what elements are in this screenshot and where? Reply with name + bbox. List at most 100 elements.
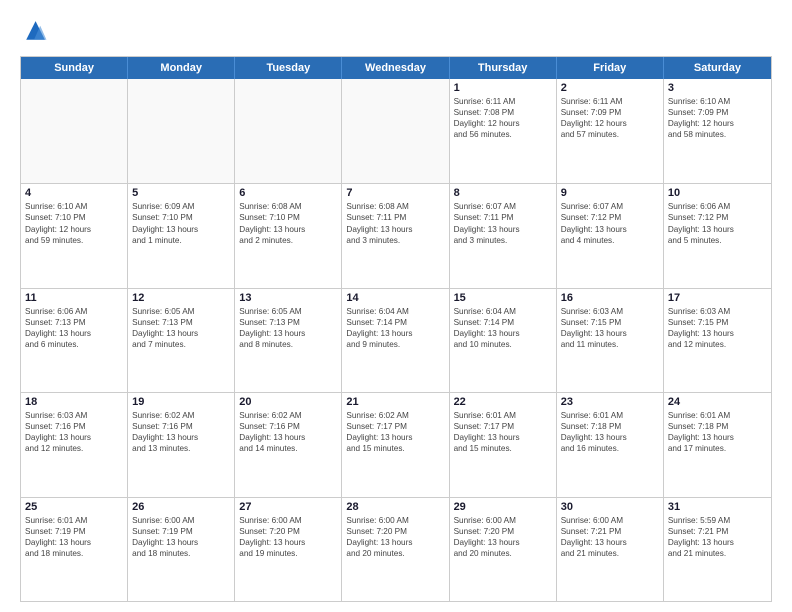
day-detail: Sunrise: 6:07 AM Sunset: 7:12 PM Dayligh… — [561, 201, 659, 245]
day-detail: Sunrise: 6:00 AM Sunset: 7:20 PM Dayligh… — [454, 515, 552, 559]
day-cell-10: 10 Sunrise: 6:06 AM Sunset: 7:12 PM Dayli… — [664, 184, 771, 287]
header-day-monday: Monday — [128, 57, 235, 79]
day-cell-2: 2 Sunrise: 6:11 AM Sunset: 7:09 PM Daylig… — [557, 79, 664, 183]
day-detail: Sunrise: 6:08 AM Sunset: 7:10 PM Dayligh… — [239, 201, 337, 245]
day-cell-18: 18 Sunrise: 6:03 AM Sunset: 7:16 PM Dayli… — [21, 393, 128, 496]
calendar-row-4: 18 Sunrise: 6:03 AM Sunset: 7:16 PM Dayli… — [21, 392, 771, 496]
day-number: 30 — [561, 501, 659, 513]
day-cell-5: 5 Sunrise: 6:09 AM Sunset: 7:10 PM Daylig… — [128, 184, 235, 287]
day-cell-26: 26Sunrise: 6:00 AM Sunset: 7:19 PM Dayli… — [128, 498, 235, 601]
day-number: 4 — [25, 187, 123, 199]
day-number: 6 — [239, 187, 337, 199]
day-detail: Sunrise: 6:00 AM Sunset: 7:21 PM Dayligh… — [561, 515, 659, 559]
day-detail: Sunrise: 6:00 AM Sunset: 7:20 PM Dayligh… — [239, 515, 337, 559]
day-number: 19 — [132, 396, 230, 408]
empty-cell — [21, 79, 128, 183]
logo — [20, 18, 52, 46]
header-day-sunday: Sunday — [21, 57, 128, 79]
day-detail: Sunrise: 6:06 AM Sunset: 7:13 PM Dayligh… — [25, 306, 123, 350]
day-number: 21 — [346, 396, 444, 408]
day-number: 18 — [25, 396, 123, 408]
day-number: 27 — [239, 501, 337, 513]
header-day-wednesday: Wednesday — [342, 57, 449, 79]
day-number: 31 — [668, 501, 767, 513]
day-detail: Sunrise: 6:02 AM Sunset: 7:16 PM Dayligh… — [132, 410, 230, 454]
day-cell-13: 13Sunrise: 6:05 AM Sunset: 7:13 PM Dayli… — [235, 289, 342, 392]
day-cell-1: 1Sunrise: 6:11 AM Sunset: 7:08 PM Daylig… — [450, 79, 557, 183]
calendar: SundayMondayTuesdayWednesdayThursdayFrid… — [20, 56, 772, 602]
day-detail: Sunrise: 6:03 AM Sunset: 7:15 PM Dayligh… — [668, 306, 767, 350]
day-detail: Sunrise: 6:05 AM Sunset: 7:13 PM Dayligh… — [132, 306, 230, 350]
day-detail: Sunrise: 6:01 AM Sunset: 7:19 PM Dayligh… — [25, 515, 123, 559]
empty-cell — [235, 79, 342, 183]
day-number: 24 — [668, 396, 767, 408]
day-cell-21: 21 Sunrise: 6:02 AM Sunset: 7:17 PM Dayli… — [342, 393, 449, 496]
day-number: 17 — [668, 292, 767, 304]
day-number: 22 — [454, 396, 552, 408]
day-cell-17: 17 Sunrise: 6:03 AM Sunset: 7:15 PM Dayli… — [664, 289, 771, 392]
day-cell-24: 24 Sunrise: 6:01 AM Sunset: 7:18 PM Dayli… — [664, 393, 771, 496]
day-detail: Sunrise: 6:06 AM Sunset: 7:12 PM Dayligh… — [668, 201, 767, 245]
day-cell-9: 9 Sunrise: 6:07 AM Sunset: 7:12 PM Daylig… — [557, 184, 664, 287]
day-number: 20 — [239, 396, 337, 408]
day-number: 10 — [668, 187, 767, 199]
calendar-header: SundayMondayTuesdayWednesdayThursdayFrid… — [21, 57, 771, 79]
day-detail: Sunrise: 6:11 AM Sunset: 7:09 PM Dayligh… — [561, 96, 659, 140]
day-detail: Sunrise: 6:07 AM Sunset: 7:11 PM Dayligh… — [454, 201, 552, 245]
calendar-row-2: 4Sunrise: 6:10 AM Sunset: 7:10 PM Daylig… — [21, 183, 771, 287]
day-number: 25 — [25, 501, 123, 513]
day-cell-3: 3 Sunrise: 6:10 AM Sunset: 7:09 PM Daylig… — [664, 79, 771, 183]
day-detail: Sunrise: 6:02 AM Sunset: 7:17 PM Dayligh… — [346, 410, 444, 454]
day-cell-19: 19 Sunrise: 6:02 AM Sunset: 7:16 PM Dayli… — [128, 393, 235, 496]
day-detail: Sunrise: 6:09 AM Sunset: 7:10 PM Dayligh… — [132, 201, 230, 245]
day-cell-8: 8 Sunrise: 6:07 AM Sunset: 7:11 PM Daylig… — [450, 184, 557, 287]
day-number: 14 — [346, 292, 444, 304]
day-cell-29: 29 Sunrise: 6:00 AM Sunset: 7:20 PM Dayli… — [450, 498, 557, 601]
day-detail: Sunrise: 6:01 AM Sunset: 7:18 PM Dayligh… — [561, 410, 659, 454]
day-number: 5 — [132, 187, 230, 199]
day-cell-6: 6 Sunrise: 6:08 AM Sunset: 7:10 PM Daylig… — [235, 184, 342, 287]
day-detail: Sunrise: 5:59 AM Sunset: 7:21 PM Dayligh… — [668, 515, 767, 559]
day-detail: Sunrise: 6:01 AM Sunset: 7:18 PM Dayligh… — [668, 410, 767, 454]
day-cell-12: 12 Sunrise: 6:05 AM Sunset: 7:13 PM Dayli… — [128, 289, 235, 392]
logo-icon — [20, 18, 48, 46]
day-number: 7 — [346, 187, 444, 199]
day-cell-22: 22 Sunrise: 6:01 AM Sunset: 7:17 PM Dayli… — [450, 393, 557, 496]
day-detail: Sunrise: 6:04 AM Sunset: 7:14 PM Dayligh… — [454, 306, 552, 350]
day-cell-31: 31 Sunrise: 5:59 AM Sunset: 7:21 PM Dayli… — [664, 498, 771, 601]
day-number: 12 — [132, 292, 230, 304]
empty-cell — [342, 79, 449, 183]
day-number: 29 — [454, 501, 552, 513]
day-detail: Sunrise: 6:08 AM Sunset: 7:11 PM Dayligh… — [346, 201, 444, 245]
day-detail: Sunrise: 6:03 AM Sunset: 7:16 PM Dayligh… — [25, 410, 123, 454]
header-day-saturday: Saturday — [664, 57, 771, 79]
page: SundayMondayTuesdayWednesdayThursdayFrid… — [0, 0, 792, 612]
day-number: 2 — [561, 82, 659, 94]
day-cell-20: 20 Sunrise: 6:02 AM Sunset: 7:16 PM Dayli… — [235, 393, 342, 496]
day-number: 28 — [346, 501, 444, 513]
day-number: 11 — [25, 292, 123, 304]
header-day-friday: Friday — [557, 57, 664, 79]
calendar-row-1: 1Sunrise: 6:11 AM Sunset: 7:08 PM Daylig… — [21, 79, 771, 183]
day-number: 9 — [561, 187, 659, 199]
calendar-row-5: 25 Sunrise: 6:01 AM Sunset: 7:19 PM Dayli… — [21, 497, 771, 601]
day-detail: Sunrise: 6:03 AM Sunset: 7:15 PM Dayligh… — [561, 306, 659, 350]
day-detail: Sunrise: 6:10 AM Sunset: 7:09 PM Dayligh… — [668, 96, 767, 140]
day-detail: Sunrise: 6:01 AM Sunset: 7:17 PM Dayligh… — [454, 410, 552, 454]
day-cell-28: 28 Sunrise: 6:00 AM Sunset: 7:20 PM Dayli… — [342, 498, 449, 601]
day-cell-25: 25 Sunrise: 6:01 AM Sunset: 7:19 PM Dayli… — [21, 498, 128, 601]
day-number: 26 — [132, 501, 230, 513]
day-detail: Sunrise: 6:00 AM Sunset: 7:20 PM Dayligh… — [346, 515, 444, 559]
day-number: 15 — [454, 292, 552, 304]
header-day-thursday: Thursday — [450, 57, 557, 79]
calendar-body: 1Sunrise: 6:11 AM Sunset: 7:08 PM Daylig… — [21, 79, 771, 601]
day-number: 8 — [454, 187, 552, 199]
day-number: 3 — [668, 82, 767, 94]
empty-cell — [128, 79, 235, 183]
day-cell-14: 14Sunrise: 6:04 AM Sunset: 7:14 PM Dayli… — [342, 289, 449, 392]
day-cell-23: 23 Sunrise: 6:01 AM Sunset: 7:18 PM Dayli… — [557, 393, 664, 496]
day-number: 23 — [561, 396, 659, 408]
day-detail: Sunrise: 6:02 AM Sunset: 7:16 PM Dayligh… — [239, 410, 337, 454]
day-number: 1 — [454, 82, 552, 94]
day-cell-7: 7 Sunrise: 6:08 AM Sunset: 7:11 PM Daylig… — [342, 184, 449, 287]
